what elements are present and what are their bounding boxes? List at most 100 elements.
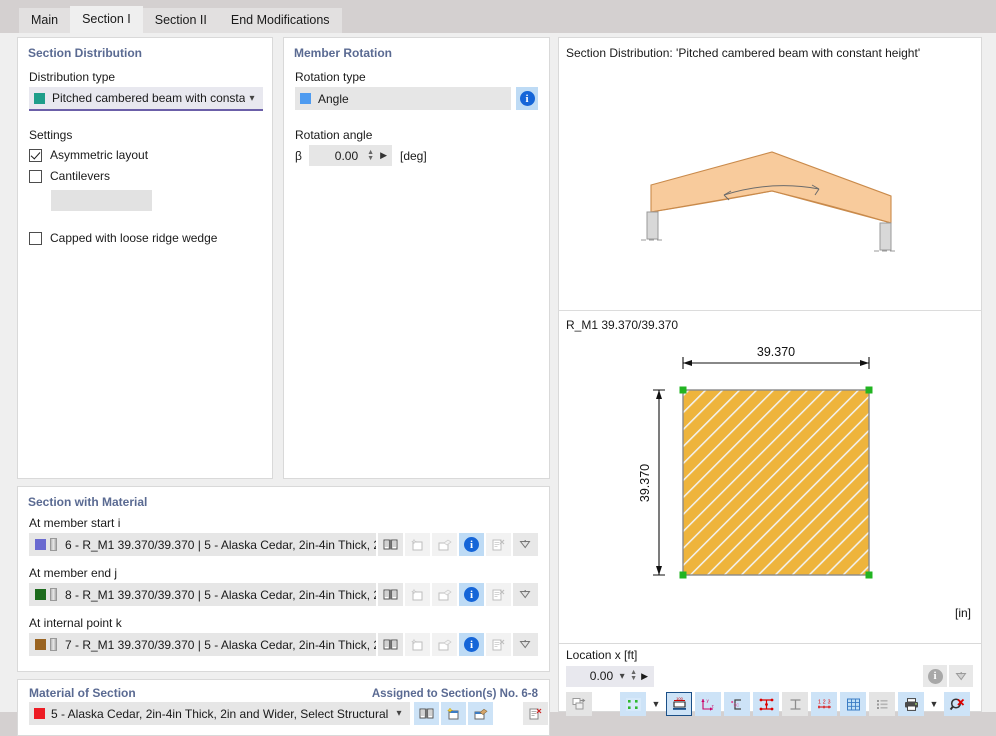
- location-label: Location x [ft]: [566, 648, 638, 662]
- rotation-type-select[interactable]: Angle: [295, 87, 511, 110]
- edit-section-icon: [438, 639, 452, 650]
- edit-section-button[interactable]: [432, 583, 457, 606]
- checkbox-asymmetric-layout[interactable]: Asymmetric layout: [29, 148, 261, 162]
- rotation-type-label: Rotation type: [295, 70, 366, 84]
- chevron-down-icon[interactable]: ▾: [616, 671, 628, 682]
- section-color-swatch: [35, 589, 46, 600]
- edit-section-button[interactable]: [432, 533, 457, 556]
- points-icon: [625, 697, 641, 711]
- spinner-arrows-icon[interactable]: ▲ ▼: [364, 149, 377, 162]
- section-shape-icon: [50, 638, 57, 651]
- internal-point-label: At internal point k: [29, 616, 122, 630]
- info-icon: i: [464, 537, 479, 552]
- new-material-button[interactable]: [441, 702, 466, 725]
- member-end-section-field[interactable]: 8 - R_M1 39.370/39.370 | 5 - Alaska Ceda…: [29, 583, 376, 606]
- new-section-button[interactable]: [405, 583, 430, 606]
- numbering-button[interactable]: 123: [811, 692, 837, 716]
- spinner-play-icon[interactable]: ▶: [377, 150, 390, 161]
- tab-section-ii[interactable]: Section II: [142, 8, 219, 33]
- new-material-icon: [446, 706, 459, 719]
- section-distribution-panel: Section Distribution Distribution type P…: [17, 37, 273, 479]
- edit-section-button[interactable]: [432, 633, 457, 656]
- tab-end-modifications[interactable]: End Modifications: [218, 8, 342, 33]
- edit-material-icon: [474, 708, 488, 719]
- grid-button[interactable]: [840, 692, 866, 716]
- delete-section-icon: [492, 539, 505, 550]
- new-section-button[interactable]: [405, 633, 430, 656]
- svg-text:100: 100: [676, 697, 683, 701]
- section-info-button[interactable]: i: [459, 583, 484, 606]
- book-icon: [383, 639, 398, 650]
- preview-bottom-bar: Location x [ft] 0.00 ▾ ▲ ▼ ▶ i ▼ 100 y z…: [558, 644, 982, 716]
- dimension-width-text: 39.370: [757, 345, 795, 359]
- section-tool-button[interactable]: [513, 533, 538, 556]
- section-shape-icon: [50, 588, 57, 601]
- member-end-row: 8 - R_M1 39.370/39.370 | 5 - Alaska Ceda…: [29, 583, 538, 606]
- tab-main[interactable]: Main: [19, 8, 71, 33]
- new-section-button[interactable]: [405, 533, 430, 556]
- material-select[interactable]: 5 - Alaska Cedar, 2in-4in Thick, 2in and…: [29, 702, 410, 725]
- new-section-icon: [411, 538, 423, 550]
- print-button[interactable]: [898, 692, 924, 716]
- delete-section-button[interactable]: [486, 533, 511, 556]
- cantilever-length-input[interactable]: [51, 190, 152, 211]
- section-library-button[interactable]: [378, 633, 403, 656]
- delete-section-icon: [492, 639, 505, 650]
- info-icon: i: [927, 668, 943, 684]
- rotation-angle-unit: [deg]: [400, 148, 427, 163]
- dimensions-button[interactable]: 100: [666, 692, 692, 716]
- rotation-type-swatch: [300, 93, 311, 104]
- stress-points-button[interactable]: [753, 692, 779, 716]
- checkbox-capped-ridge-wedge[interactable]: Capped with loose ridge wedge: [29, 231, 261, 245]
- view-info-button[interactable]: i: [923, 665, 947, 687]
- section-library-button[interactable]: [378, 533, 403, 556]
- checkbox-label: Cantilevers: [50, 169, 111, 183]
- tab-section-i[interactable]: Section I: [70, 6, 143, 33]
- location-x-input[interactable]: 0.00 ▾ ▲ ▼ ▶: [566, 665, 654, 687]
- section-outline-button[interactable]: [782, 692, 808, 716]
- table-list-button[interactable]: [869, 692, 895, 716]
- member-start-section-field[interactable]: 6 - R_M1 39.370/39.370 | 5 - Alaska Ceda…: [29, 533, 376, 556]
- edit-section-icon: [438, 589, 452, 600]
- section-info-button[interactable]: i: [459, 633, 484, 656]
- section-tool-button[interactable]: [513, 583, 538, 606]
- cross-section-caption: R_M1 39.370/39.370: [566, 318, 679, 332]
- info-icon: i: [464, 587, 479, 602]
- checkbox-icon: [29, 148, 42, 162]
- grid-icon: [846, 698, 860, 710]
- trowel-icon: [519, 590, 531, 599]
- delete-section-button[interactable]: [486, 633, 511, 656]
- checkbox-label: Asymmetric layout: [50, 148, 149, 162]
- beta-symbol: β: [295, 148, 302, 163]
- section-shape-icon: [50, 538, 57, 551]
- view-tool-button[interactable]: [949, 665, 973, 687]
- delete-material-button[interactable]: [523, 702, 548, 725]
- edit-material-button[interactable]: [468, 702, 493, 725]
- internal-point-section-field[interactable]: 7 - R_M1 39.370/39.370 | 5 - Alaska Ceda…: [29, 633, 376, 656]
- checkbox-cantilevers[interactable]: Cantilevers: [29, 169, 261, 183]
- section-tool-button[interactable]: [513, 633, 538, 656]
- rotation-angle-label: Rotation angle: [295, 128, 373, 142]
- delete-section-button[interactable]: [486, 583, 511, 606]
- material-row: 5 - Alaska Cedar, 2in-4in Thick, 2in and…: [18, 702, 549, 725]
- section-info-button[interactable]: i: [459, 533, 484, 556]
- export-view-button[interactable]: [566, 692, 592, 716]
- zoom-reset-button[interactable]: [944, 692, 970, 716]
- chevron-down-icon: ▾: [249, 92, 255, 104]
- pitched-cambered-beam-diagram: [641, 151, 897, 252]
- render-mode-dropdown[interactable]: ▼: [649, 692, 663, 716]
- spinner-play-icon[interactable]: ▶: [639, 671, 650, 682]
- printer-icon: [904, 697, 918, 711]
- assigned-sections-label: Assigned to Section(s) No. 6-8: [371, 688, 538, 700]
- material-library-button[interactable]: [414, 702, 439, 725]
- distribution-type-select[interactable]: Pitched cambered beam with constant... ▾: [29, 87, 263, 111]
- render-mode-button[interactable]: [620, 692, 646, 716]
- shear-center-button[interactable]: sc: [724, 692, 750, 716]
- svg-text:1: 1: [818, 699, 821, 705]
- rotation-type-info-button[interactable]: i: [516, 87, 538, 110]
- section-library-button[interactable]: [378, 583, 403, 606]
- spinner-arrows-icon[interactable]: ▲ ▼: [628, 669, 639, 682]
- rotation-angle-input[interactable]: 0.00 ▲ ▼ ▶: [309, 145, 392, 166]
- print-dropdown[interactable]: ▼: [927, 692, 941, 716]
- axes-button[interactable]: yz: [695, 692, 721, 716]
